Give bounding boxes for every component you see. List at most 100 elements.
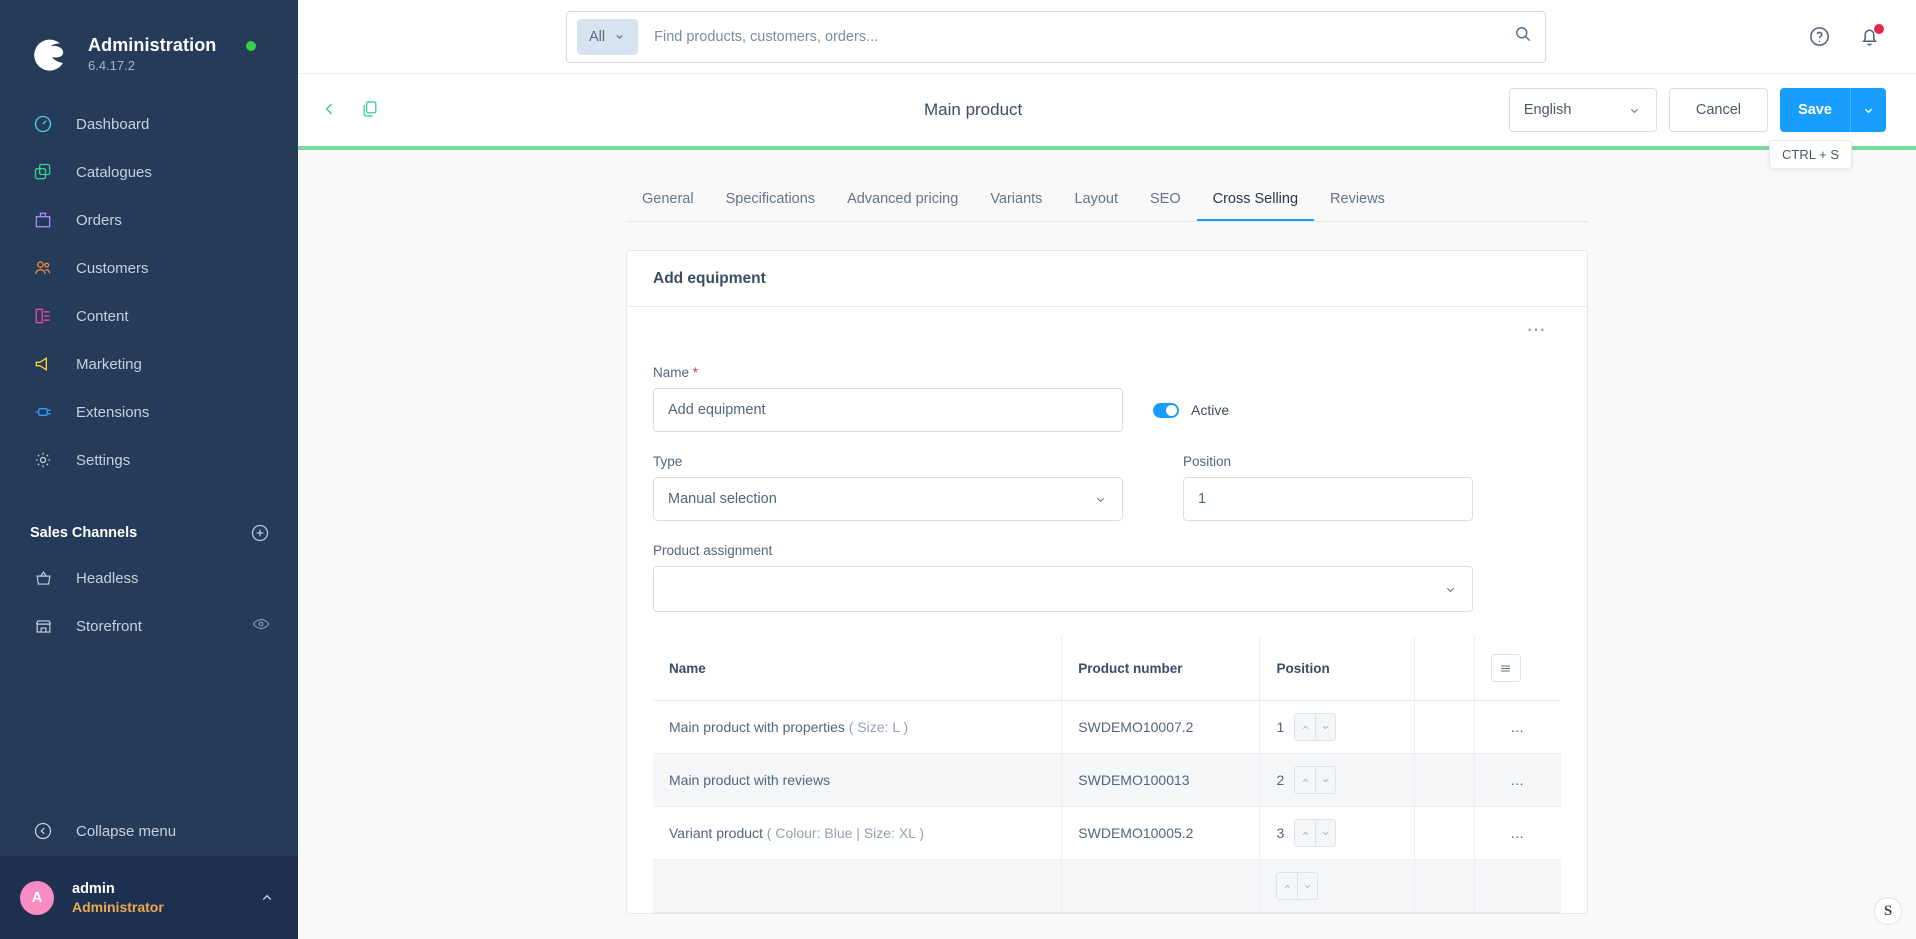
product-assignment-select[interactable] [653,566,1473,612]
duplicate-icon[interactable] [360,99,382,121]
brand-title: Administration [88,35,217,55]
table-row[interactable]: Variant product ( Colour: Blue | Size: X… [653,806,1561,860]
language-select-value: English [1523,102,1572,118]
tab-seo[interactable]: SEO [1134,179,1197,221]
bell-icon[interactable] [1858,23,1884,49]
save-button-group: Save [1780,88,1886,132]
tab-variants[interactable]: Variants [974,179,1058,221]
cell-spacer [1414,859,1475,913]
sidebar-item-label: Catalogues [76,163,152,181]
type-select[interactable]: Manual selection [653,477,1123,521]
tab-general[interactable]: General [626,179,710,221]
name-label-text: Name [653,365,690,380]
sidebar: Administration 6.4.17.2 Dashboard Catalo… [0,0,298,939]
sidebar-item-content[interactable]: Content [0,292,298,340]
sales-channels-header: Sales Channels [0,512,298,554]
sidebar-item-headless[interactable]: Headless [0,554,298,602]
sidebar-item-label: Headless [76,569,139,587]
chevron-down-icon [1630,108,1638,113]
chevron-down-icon [1446,587,1455,592]
save-dropdown-button[interactable] [1850,88,1886,132]
table-header-row: Name Product number Position [653,636,1561,701]
chevron-left-icon[interactable] [320,99,342,121]
type-label: Type [653,454,683,469]
position-up-button[interactable] [1295,767,1316,793]
symfony-profiler-badge[interactable]: S [1874,897,1902,925]
sidebar-item-orders[interactable]: Orders [0,196,298,244]
table-row[interactable] [653,859,1561,913]
ellipsis-icon[interactable]: ⋯ [1527,321,1548,351]
position-up-button[interactable] [1295,820,1316,846]
column-position[interactable]: Position [1259,636,1415,701]
list-settings-icon[interactable] [1490,654,1521,682]
position-down-button[interactable] [1315,820,1336,846]
save-button[interactable]: Save [1780,88,1850,132]
sidebar-item-customers[interactable]: Customers [0,244,298,292]
collapse-menu-button[interactable]: Collapse menu [0,806,298,856]
cell-name: Main product with properties ( Size: L ) [653,700,1062,754]
table-row[interactable]: Main product with properties ( Size: L )… [653,700,1561,754]
collapse-menu-label: Collapse menu [76,822,177,840]
cross-selling-card: Add equipment ⋯ Name * Add equipment Act… [626,250,1588,914]
save-shortcut-tooltip: CTRL + S [1769,140,1852,169]
search-scope-dropdown[interactable]: All [577,18,639,55]
position-input[interactable] [1183,477,1473,521]
row-context-menu[interactable]: … [1473,806,1561,860]
table-body: Main product with properties ( Size: L )… [653,700,1561,913]
column-settings [1473,636,1561,701]
tab-cross-selling[interactable]: Cross Selling [1196,179,1315,221]
active-toggle[interactable] [1153,402,1179,418]
position-down-button[interactable] [1315,714,1336,740]
tab-specifications[interactable]: Specifications [710,179,831,221]
position-down-button[interactable] [1315,767,1336,793]
sidebar-item-label: Extensions [76,403,150,421]
column-name[interactable]: Name [653,636,1062,701]
position-value: 2 [1276,772,1285,788]
row-context-menu[interactable] [1473,859,1561,913]
cell-position: 2 [1259,753,1415,807]
content-icon [30,303,56,329]
sidebar-item-label: Storefront [76,617,142,635]
plus-circle-icon[interactable] [250,523,270,543]
brand-header[interactable]: Administration 6.4.17.2 [0,0,298,86]
tab-layout[interactable]: Layout [1058,179,1134,221]
search-icon[interactable] [1513,24,1533,49]
user-meta: admin Administrator [72,880,258,916]
basket-icon [30,565,56,591]
chevron-up-icon[interactable] [258,889,276,907]
sidebar-item-extensions[interactable]: Extensions [0,388,298,436]
extensions-icon [30,399,56,425]
sidebar-item-label: Settings [76,451,131,469]
status-dot [246,41,257,51]
sidebar-item-storefront[interactable]: Storefront [0,602,298,650]
type-select-value: Manual selection [668,491,777,507]
cell-spacer [1414,753,1475,807]
brand-version: 6.4.17.2 [88,58,135,73]
cell-name: Main product with reviews [653,753,1062,807]
language-select[interactable]: English [1508,88,1657,132]
tab-advanced-pricing[interactable]: Advanced pricing [831,179,974,221]
avatar: A [20,880,54,915]
sidebar-item-dashboard[interactable]: Dashboard [0,100,298,148]
topbar-icons [1808,23,1884,49]
sidebar-item-marketing[interactable]: Marketing [0,340,298,388]
card-title: Add equipment [653,269,766,287]
search-input[interactable] [654,28,1513,45]
table-header: Name Product number Position [653,636,1561,701]
row-context-menu[interactable]: … [1473,700,1561,754]
table-row[interactable]: Main product with reviews SWDEMO100013 2 [653,753,1561,807]
sidebar-item-settings[interactable]: Settings [0,436,298,484]
name-input[interactable] [653,388,1123,432]
sidebar-item-catalogues[interactable]: Catalogues [0,148,298,196]
tab-reviews[interactable]: Reviews [1314,179,1401,221]
storefront-icon [30,613,56,639]
eye-icon[interactable] [252,615,270,638]
cancel-button[interactable]: Cancel [1668,88,1768,132]
row-context-menu[interactable]: … [1473,753,1561,807]
user-menu[interactable]: A admin Administrator [0,856,298,939]
position-up-button[interactable] [1277,873,1298,899]
column-product-number[interactable]: Product number [1061,636,1260,701]
position-up-button[interactable] [1295,714,1316,740]
position-down-button[interactable] [1297,873,1318,899]
help-circle-icon[interactable] [1808,25,1832,49]
